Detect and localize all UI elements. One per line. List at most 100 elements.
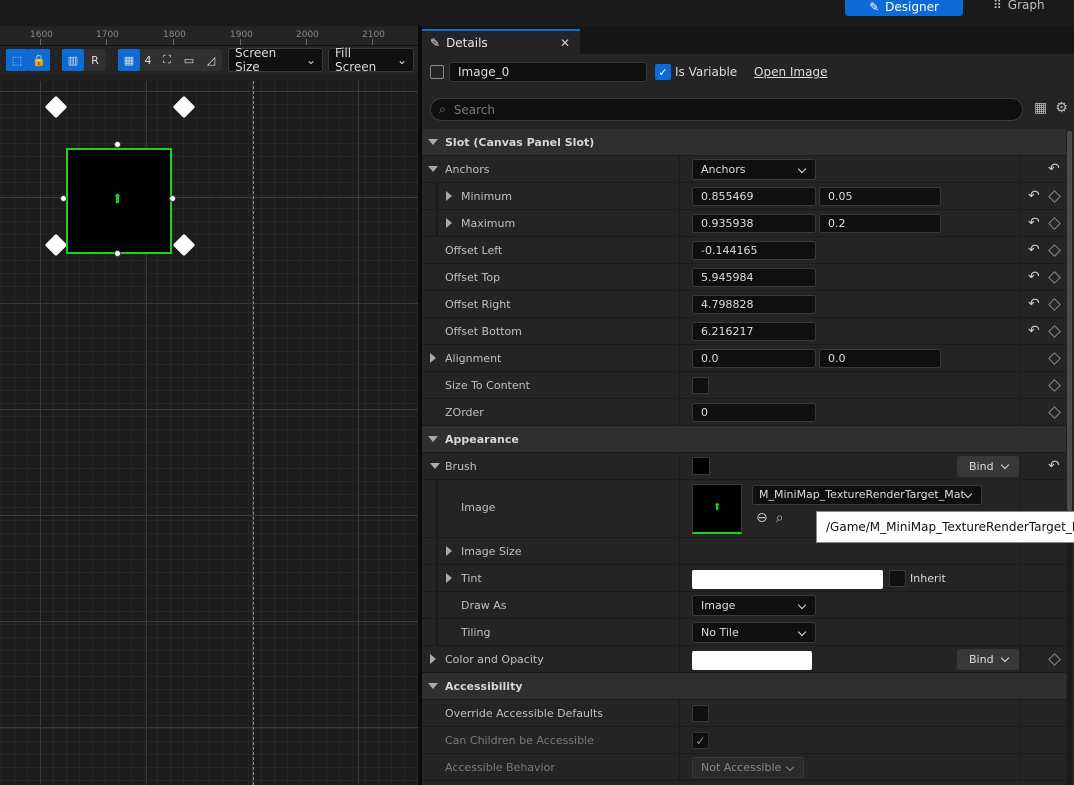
- alignment-x-field[interactable]: 0.0: [692, 349, 816, 368]
- image-widget-icon: [430, 65, 444, 79]
- inherit-checkbox[interactable]: [889, 570, 906, 587]
- anchor-handle-bottom-right[interactable]: [172, 233, 196, 257]
- designer-mode-button[interactable]: ✎ Designer: [845, 0, 963, 16]
- use-selected-asset-icon[interactable]: ⊖: [756, 510, 768, 526]
- gear-icon[interactable]: ⚙: [1055, 100, 1068, 116]
- ruler-label: 2000: [296, 30, 319, 40]
- category-accessibility[interactable]: Accessibility: [422, 673, 1066, 700]
- chevron-down-icon: [797, 600, 807, 610]
- maximum-x-field[interactable]: 0.935938: [692, 214, 816, 233]
- keyframe-diamond-icon[interactable]: [1048, 298, 1061, 311]
- selected-image-widget[interactable]: ⬆: [66, 148, 172, 254]
- open-image-link[interactable]: Open Image: [754, 65, 827, 79]
- alignment-y-field[interactable]: 0.0: [819, 349, 941, 368]
- keyframe-diamond-icon[interactable]: [1048, 244, 1061, 257]
- override-accessible-checkbox[interactable]: [692, 705, 709, 722]
- anchor-handle-top-right[interactable]: [172, 95, 196, 119]
- tiling-dropdown[interactable]: No Tile: [692, 622, 816, 643]
- designer-viewport[interactable]: 1600 1700 1800 1900 2000 2100 ⬚ 🔒 ▥ R ▦ …: [0, 26, 418, 785]
- category-appearance[interactable]: Appearance: [422, 426, 1066, 453]
- marquee-select-icon[interactable]: ⬚: [6, 49, 28, 71]
- resize-handle-bottom[interactable]: [114, 250, 121, 257]
- anchor-handle-bottom-left[interactable]: [44, 233, 68, 257]
- widget-name-field[interactable]: Image_0: [449, 62, 647, 82]
- category-accessibility-title: Accessibility: [445, 680, 523, 693]
- image-asset-thumbnail[interactable]: ⬆: [692, 484, 742, 534]
- reset-icon[interactable]: ↶: [1048, 458, 1060, 474]
- resize-handle-top[interactable]: [114, 141, 121, 148]
- reset-icon[interactable]: ↶: [1028, 269, 1040, 285]
- anchors-dropdown[interactable]: Anchors: [692, 159, 816, 180]
- keyframe-diamond-icon[interactable]: [1048, 325, 1061, 338]
- perspective-icon[interactable]: ◿: [200, 49, 222, 71]
- zorder-label: ZOrder: [445, 406, 484, 419]
- offset-top-field[interactable]: 5.945984: [692, 268, 816, 287]
- grid-snap-value[interactable]: 4: [140, 49, 156, 71]
- tiling-value: No Tile: [701, 626, 739, 639]
- category-slot[interactable]: Slot (Canvas Panel Slot): [422, 129, 1066, 156]
- details-scrollbar-thumb[interactable]: [1067, 131, 1072, 511]
- property-matrix-icon[interactable]: ▦: [1034, 100, 1047, 116]
- property-brush: Brush Bind ↶: [422, 453, 1066, 480]
- anchor-handle-top-left[interactable]: [44, 95, 68, 119]
- minimum-y-field[interactable]: 0.05: [819, 187, 941, 206]
- zorder-field[interactable]: 0: [692, 403, 816, 422]
- expand-arrow-icon[interactable]: [430, 353, 436, 363]
- graph-label: Graph: [1007, 0, 1045, 12]
- image-icon[interactable]: ▭: [178, 49, 200, 71]
- reset-icon[interactable]: ↶: [1028, 215, 1040, 231]
- draw-as-label: Draw As: [461, 599, 507, 612]
- is-variable-checkbox[interactable]: ✓: [655, 64, 671, 80]
- fill-screen-dropdown[interactable]: Fill Screen ⌄: [328, 46, 414, 74]
- property-offset-left: Offset Left -0.144165 ↶: [422, 237, 1066, 264]
- expand-arrow-icon[interactable]: [430, 463, 440, 469]
- r-toggle-button[interactable]: R: [84, 49, 106, 71]
- keyframe-diamond-icon[interactable]: [1048, 653, 1061, 666]
- brush-bind-button[interactable]: Bind: [957, 456, 1019, 477]
- transform-icon[interactable]: ⛶: [156, 49, 178, 71]
- screen-size-dropdown[interactable]: Screen Size ⌄: [228, 46, 323, 74]
- layout-icon[interactable]: ▥: [62, 49, 84, 71]
- image-asset-dropdown[interactable]: M_MiniMap_TextureRenderTarget_Mat: [752, 485, 982, 505]
- resize-handle-left[interactable]: [60, 195, 67, 202]
- keyframe-diamond-icon[interactable]: [1048, 217, 1061, 230]
- keyframe-diamond-icon[interactable]: [1048, 190, 1061, 203]
- expand-arrow-icon[interactable]: [446, 573, 452, 583]
- expand-arrow-icon[interactable]: [428, 166, 438, 172]
- expand-arrow-icon[interactable]: [446, 546, 452, 556]
- resize-handle-right[interactable]: [169, 195, 176, 202]
- chevron-down-icon: [797, 164, 807, 174]
- keyframe-diamond-icon[interactable]: [1048, 352, 1061, 365]
- grid-icon[interactable]: ▦: [118, 49, 140, 71]
- keyframe-diamond-icon[interactable]: [1048, 379, 1061, 392]
- expand-arrow-icon[interactable]: [430, 654, 436, 664]
- reset-icon[interactable]: ↶: [1028, 296, 1040, 312]
- color-bind-button[interactable]: Bind: [957, 649, 1019, 670]
- category-slot-title: Slot (Canvas Panel Slot): [445, 136, 595, 149]
- reset-icon[interactable]: ↶: [1028, 242, 1040, 258]
- color-opacity-swatch[interactable]: [692, 651, 812, 670]
- offset-left-field[interactable]: -0.144165: [692, 241, 816, 260]
- minimum-x-field[interactable]: 0.855469: [692, 187, 816, 206]
- size-to-content-checkbox[interactable]: [692, 377, 709, 394]
- lock-icon[interactable]: 🔒: [28, 49, 50, 71]
- brush-preview[interactable]: [692, 457, 710, 475]
- tab-details[interactable]: ✎ Details ✕: [422, 29, 580, 54]
- reset-icon[interactable]: ↶: [1028, 188, 1040, 204]
- expand-arrow-icon[interactable]: [446, 191, 452, 201]
- expand-arrow-icon[interactable]: [446, 218, 452, 228]
- reset-icon[interactable]: ↶: [1028, 323, 1040, 339]
- graph-mode-button[interactable]: ⠿ Graph: [993, 0, 1045, 13]
- design-canvas[interactable]: ⬆: [0, 81, 418, 785]
- offset-right-field[interactable]: 4.798828: [692, 295, 816, 314]
- keyframe-diamond-icon[interactable]: [1048, 271, 1061, 284]
- close-icon[interactable]: ✕: [560, 36, 570, 50]
- keyframe-diamond-icon[interactable]: [1048, 406, 1061, 419]
- draw-as-dropdown[interactable]: Image: [692, 595, 816, 616]
- tint-color-swatch[interactable]: [692, 570, 883, 589]
- reset-icon[interactable]: ↶: [1048, 161, 1060, 177]
- details-search-input[interactable]: ⌕ Search: [430, 98, 1023, 121]
- offset-bottom-field[interactable]: 6.216217: [692, 322, 816, 341]
- browse-asset-icon[interactable]: ⌕: [776, 510, 784, 526]
- maximum-y-field[interactable]: 0.2: [819, 214, 941, 233]
